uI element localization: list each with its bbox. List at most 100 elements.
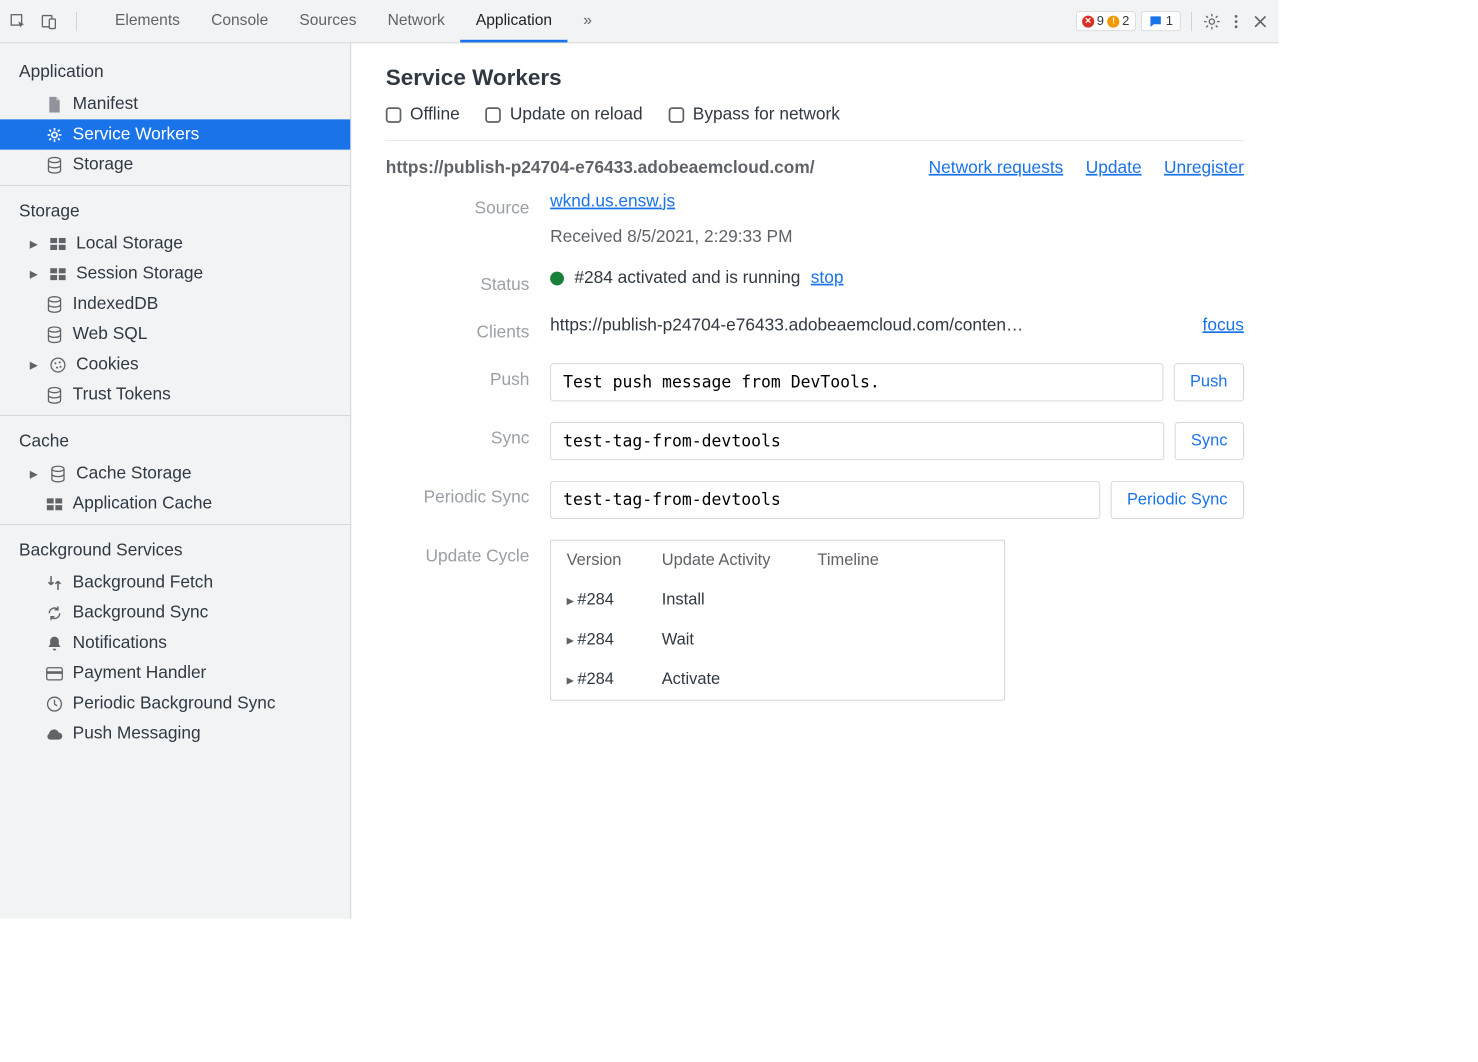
sidebar-item-label: IndexedDB [73,294,159,314]
warning-count: 2 [1122,14,1129,29]
tab-application[interactable]: Application [460,0,567,42]
transfer-icon [45,573,64,592]
sidebar-item-label: Web SQL [73,324,148,344]
more-icon[interactable] [1227,12,1246,31]
tab-network[interactable]: Network [372,0,460,42]
chevron-right-icon: ▶ [28,268,40,280]
cycle-activity: Activate [662,670,818,689]
cycle-row[interactable]: ▶#284 Install [551,580,1004,620]
sync-label: Sync [386,422,550,449]
sidebar-item-manifest[interactable]: Manifest [0,89,350,119]
page-title: Service Workers [386,64,1244,91]
cycle-row[interactable]: ▶#284 Activate [551,660,1004,700]
sidebar-item-label: Storage [73,155,134,175]
periodic-sync-button[interactable]: Periodic Sync [1111,481,1244,519]
settings-icon[interactable] [1202,12,1221,31]
sidebar-item-label: Cookies [76,355,139,375]
tab-console[interactable]: Console [196,0,284,42]
checkbox-label: Update on reload [510,105,643,125]
sidebar-item-label: Session Storage [76,264,203,284]
sidebar-item-label: Application Cache [73,494,212,514]
cookie-icon [48,355,67,374]
update-cycle-table: Version Update Activity Timeline ▶#284 I… [550,540,1005,701]
bypass-checkbox[interactable]: Bypass for network [669,105,840,125]
chevron-right-icon: ▶ [567,674,574,685]
sidebar-item-cache-storage[interactable]: ▶ Cache Storage [0,458,350,488]
sync-button[interactable]: Sync [1174,422,1243,460]
sidebar-section-storage: Storage [0,191,350,228]
inspect-icon[interactable] [9,12,28,31]
error-warning-badge[interactable]: ✕9 !2 [1076,11,1135,31]
cycle-activity: Install [662,591,818,610]
col-activity: Update Activity [662,551,818,570]
tab-sources[interactable]: Sources [284,0,372,42]
col-timeline: Timeline [817,551,988,570]
devtools-toolbar: Elements Console Sources Network Applica… [0,0,1278,43]
issues-badge[interactable]: 1 [1141,11,1181,31]
tabs-overflow-icon[interactable]: » [568,0,608,42]
offline-checkbox[interactable]: Offline [386,105,460,125]
sidebar-item-service-workers[interactable]: Service Workers [0,119,350,149]
error-icon: ✕ [1082,15,1094,27]
sidebar-item-application-cache[interactable]: Application Cache [0,489,350,519]
sidebar-item-label: Trust Tokens [73,385,171,405]
network-requests-link[interactable]: Network requests [929,158,1064,178]
push-button[interactable]: Push [1174,363,1244,401]
database-icon [45,155,64,174]
update-link[interactable]: Update [1086,158,1142,178]
sidebar-item-label: Background Fetch [73,573,213,593]
focus-link[interactable]: focus [1203,316,1244,336]
cycle-row[interactable]: ▶#284 Wait [551,620,1004,660]
sidebar-item-periodic-sync[interactable]: Periodic Background Sync [0,689,350,719]
sidebar-item-cookies[interactable]: ▶ Cookies [0,349,350,379]
issues-count: 1 [1166,14,1173,29]
document-icon [45,95,64,114]
unregister-link[interactable]: Unregister [1164,158,1244,178]
push-label: Push [386,363,550,390]
close-icon[interactable] [1251,12,1270,31]
checkbox-label: Bypass for network [693,105,840,125]
sidebar-item-label: Push Messaging [73,724,201,744]
table-icon [48,264,67,283]
clients-label: Clients [386,316,550,343]
sidebar-item-trust-tokens[interactable]: Trust Tokens [0,380,350,410]
push-input[interactable] [550,363,1163,401]
database-icon [48,464,67,483]
divider [1191,12,1192,31]
tab-elements[interactable]: Elements [99,0,195,42]
main-panel: Service Workers Offline Update on reload… [351,43,1278,918]
col-version: Version [567,551,662,570]
chevron-right-icon: ▶ [28,359,40,371]
checkbox-label: Offline [410,105,460,125]
application-sidebar: Application Manifest Service Workers Sto… [0,43,351,918]
sidebar-item-local-storage[interactable]: ▶ Local Storage [0,228,350,258]
chevron-right-icon: ▶ [567,595,574,606]
status-indicator-icon [550,271,564,285]
sidebar-item-payment[interactable]: Payment Handler [0,658,350,688]
sidebar-section-cache: Cache [0,421,350,458]
sync-input[interactable] [550,422,1164,460]
source-file-link[interactable]: wknd.us.ensw.js [550,192,675,212]
stop-link[interactable]: stop [811,268,844,288]
sidebar-item-websql[interactable]: Web SQL [0,319,350,349]
update-cycle-label: Update Cycle [386,540,550,567]
error-count: 9 [1097,14,1104,29]
sidebar-item-bg-sync[interactable]: Background Sync [0,598,350,628]
sidebar-section-bg: Background Services [0,530,350,567]
cycle-version: #284 [577,631,614,650]
periodic-sync-label: Periodic Sync [386,481,550,508]
update-on-reload-checkbox[interactable]: Update on reload [486,105,643,125]
sidebar-item-storage[interactable]: Storage [0,150,350,180]
cycle-version: #284 [577,591,614,610]
sidebar-item-indexeddb[interactable]: IndexedDB [0,289,350,319]
device-toggle-icon[interactable] [40,12,59,31]
sidebar-item-notifications[interactable]: Notifications [0,628,350,658]
credit-card-icon [45,664,64,683]
periodic-sync-input[interactable] [550,481,1100,519]
sidebar-item-push[interactable]: Push Messaging [0,719,350,749]
sidebar-item-session-storage[interactable]: ▶ Session Storage [0,259,350,289]
sidebar-item-bg-fetch[interactable]: Background Fetch [0,567,350,597]
bell-icon [45,634,64,653]
chevron-right-icon: ▶ [567,634,574,645]
chevron-right-icon: ▶ [28,468,40,480]
